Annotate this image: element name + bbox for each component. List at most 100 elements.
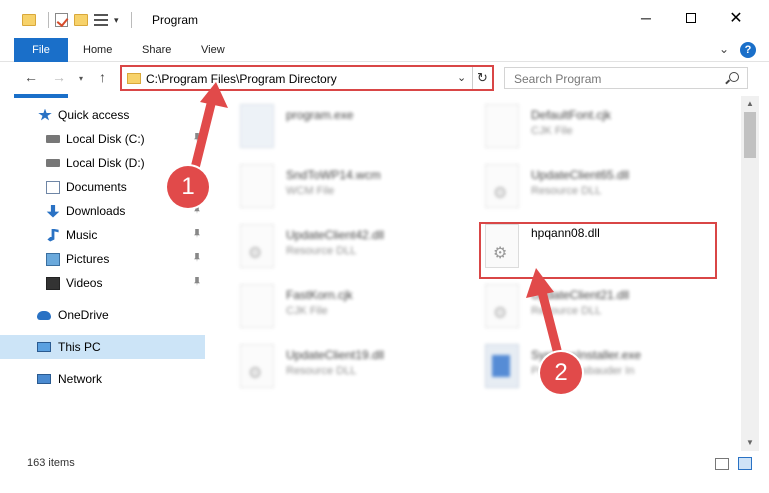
- quick-access-toolbar: ▾: [22, 12, 132, 28]
- file-type: CJK File: [531, 125, 573, 137]
- back-arrow-icon[interactable]: ←: [24, 69, 38, 85]
- sidebar-item-label: Pictures: [66, 252, 110, 266]
- dll-file-icon: [240, 224, 274, 268]
- file-icon: [240, 164, 274, 208]
- details-view-icon[interactable]: [715, 458, 729, 470]
- help-icon[interactable]: ?: [740, 42, 756, 58]
- sidebar-item-videos[interactable]: Videos: [0, 271, 205, 295]
- file-name: UpdateClient21.dll: [531, 288, 630, 302]
- file-type: Resource DLL: [286, 365, 357, 377]
- chevron-down-icon[interactable]: ▾: [114, 15, 119, 26]
- toolbar-divider: [130, 12, 132, 28]
- search-input[interactable]: Search Program: [504, 67, 748, 89]
- pin-icon[interactable]: [194, 133, 200, 142]
- scrollbar-thumb[interactable]: [744, 112, 756, 158]
- expand-ribbon-icon[interactable]: ⌄: [719, 42, 729, 56]
- highlight-box: [479, 222, 717, 279]
- refresh-icon[interactable]: ↻: [472, 67, 492, 89]
- file-item[interactable]: UpdateClient42.dll Resource DLL: [230, 216, 470, 276]
- file-type: CJK File: [286, 305, 328, 317]
- item-count: 163 items: [27, 457, 75, 469]
- file-item[interactable]: DefaultFont.cjk CJK File: [475, 96, 715, 156]
- toolbar-divider: [48, 12, 49, 28]
- sidebar-item-this-pc[interactable]: This PC: [0, 335, 205, 359]
- maximize-button[interactable]: [681, 8, 701, 28]
- star-icon: [38, 108, 52, 121]
- navigation-bar: ← → ▾ ↑ C:\Program Files\Program Directo…: [0, 62, 769, 94]
- forward-arrow-icon[interactable]: →: [52, 69, 66, 85]
- chevron-down-icon[interactable]: ⌄: [457, 71, 466, 84]
- file-type: Resource DLL: [531, 185, 602, 197]
- file-item[interactable]: UpdateClient19.dll Resource DLL: [230, 336, 470, 396]
- recent-locations-icon[interactable]: ▾: [79, 74, 83, 83]
- close-button[interactable]: ✕: [726, 8, 746, 28]
- new-folder-icon[interactable]: [74, 14, 88, 26]
- callout-1: 1: [167, 166, 209, 208]
- sidebar-item-label: Downloads: [66, 204, 126, 218]
- address-path[interactable]: C:\Program Files\Program Directory: [146, 72, 337, 86]
- file-item[interactable]: program.exe: [230, 96, 470, 156]
- customize-icon[interactable]: [94, 14, 108, 26]
- file-type: WCM File: [286, 185, 335, 197]
- up-arrow-icon[interactable]: ↑: [99, 69, 106, 85]
- file-name: SndToWP14.wcm: [286, 168, 381, 182]
- maximize-icon: [686, 13, 696, 23]
- sidebar-item-music[interactable]: Music: [0, 223, 205, 247]
- properties-check-icon[interactable]: [55, 13, 68, 27]
- file-item[interactable]: FastKorn.cjk CJK File: [230, 276, 470, 336]
- sidebar-item-label: Quick access: [58, 108, 130, 122]
- pin-icon[interactable]: [194, 229, 200, 238]
- sidebar-item-label: Network: [58, 372, 103, 386]
- sidebar-item-pictures[interactable]: Pictures: [0, 247, 205, 271]
- address-bar[interactable]: C:\Program Files\Program Directory ⌄ ↻: [120, 65, 494, 91]
- tab-share[interactable]: Share: [142, 38, 171, 62]
- pin-icon[interactable]: [194, 157, 200, 166]
- ribbon-tabs: File Home Share View ⌄ ?: [0, 38, 769, 98]
- file-item[interactable]: UpdateClient65.dll Resource DLL: [475, 156, 715, 216]
- title-bar: ▾ Program ─ ✕: [0, 0, 769, 38]
- file-name: DefaultFont.cjk: [531, 108, 612, 122]
- large-icons-view-icon[interactable]: [738, 457, 752, 470]
- file-icon: [485, 104, 519, 148]
- sidebar-item-label: Videos: [66, 276, 103, 290]
- dll-file-icon: [485, 284, 519, 328]
- sidebar-item-local-disk-c[interactable]: Local Disk (C:): [0, 127, 205, 151]
- tab-view[interactable]: View: [201, 38, 225, 62]
- dll-file-icon: [485, 164, 519, 208]
- sidebar-item-label: This PC: [58, 340, 101, 354]
- scroll-up-icon[interactable]: ▲: [746, 99, 754, 108]
- search-icon[interactable]: [729, 72, 739, 82]
- download-icon: [46, 204, 60, 218]
- music-icon: [47, 228, 59, 242]
- network-icon: [37, 374, 51, 384]
- video-icon: [46, 276, 60, 290]
- document-icon: [46, 180, 60, 194]
- file-item[interactable]: SystemsInstaller.exe Programmsbauder In: [475, 336, 715, 396]
- sidebar-item-label: Local Disk (C:): [66, 132, 145, 146]
- status-bar: 163 items: [0, 453, 769, 475]
- file-item[interactable]: SndToWP14.wcm WCM File: [230, 156, 470, 216]
- drive-icon: [46, 159, 60, 167]
- scroll-down-icon[interactable]: ▼: [746, 438, 754, 447]
- close-icon: ✕: [729, 10, 743, 27]
- minimize-icon: ─: [641, 10, 651, 26]
- file-icon: [240, 284, 274, 328]
- file-name: UpdateClient65.dll: [531, 168, 630, 182]
- pin-icon[interactable]: [194, 277, 200, 286]
- computer-icon: [37, 342, 51, 352]
- sidebar-item-label: Documents: [66, 180, 127, 194]
- sidebar-item-onedrive[interactable]: OneDrive: [0, 303, 205, 327]
- file-type: Resource DLL: [286, 245, 357, 257]
- vertical-scrollbar[interactable]: ▲ ▼: [741, 96, 759, 451]
- sidebar-item-quick-access[interactable]: Quick access: [0, 103, 205, 127]
- tab-home[interactable]: Home: [83, 38, 112, 62]
- file-name: program.exe: [286, 108, 354, 122]
- window-title: Program: [152, 13, 199, 27]
- sidebar-item-network[interactable]: Network: [0, 367, 205, 391]
- minimize-button[interactable]: ─: [636, 8, 656, 28]
- sidebar-item-label: Music: [66, 228, 98, 242]
- pin-icon[interactable]: [194, 253, 200, 262]
- folder-icon: [127, 73, 141, 84]
- file-item[interactable]: UpdateClient21.dll Resource DLL: [475, 276, 715, 336]
- file-name: UpdateClient19.dll: [286, 348, 385, 362]
